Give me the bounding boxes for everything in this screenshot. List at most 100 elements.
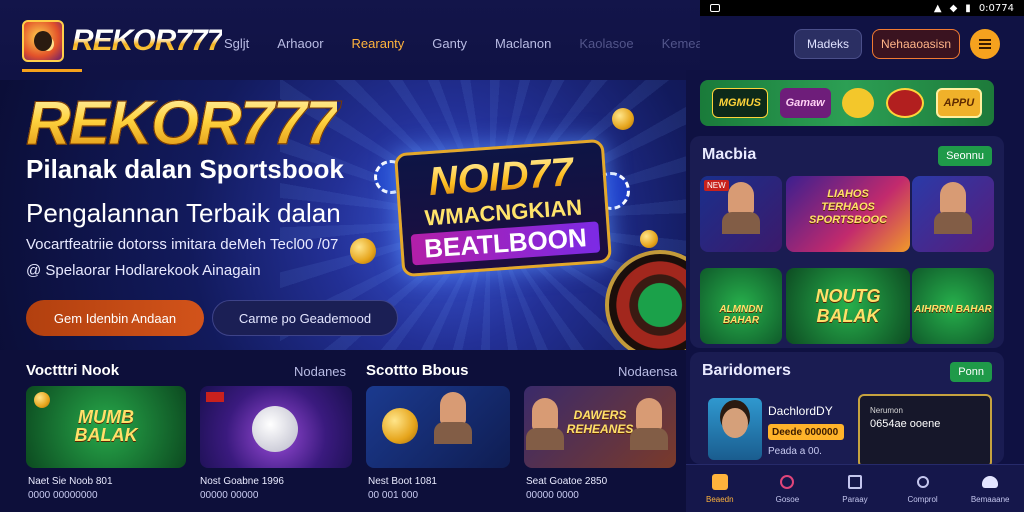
- brand-name[interactable]: REKOR777: [72, 24, 223, 58]
- hero-description-line1: Vocartfeatriie dotorss imitara deMeh Tec…: [26, 236, 339, 253]
- dashboard-panel-button[interactable]: Ponn: [950, 362, 992, 382]
- app-icon: [710, 4, 720, 12]
- section-left-title: Voctttri Nook: [26, 362, 120, 379]
- dashboard-card-label: Nerumon: [870, 406, 903, 415]
- status-icons: ▲ ◆ ▮ 0:0774: [934, 3, 1014, 14]
- game-tile[interactable]: NOUTG BALAK: [786, 268, 910, 344]
- game-tile[interactable]: NEW: [700, 176, 782, 252]
- hero-description-line2-text: Spelaorar Hodlarekook Ainagain: [45, 262, 261, 279]
- bottom-nav-promo[interactable]: Paraay: [826, 473, 884, 504]
- dashboard-balance-bar: Deede 000000: [768, 424, 844, 440]
- game-tile-label: NOUTG BALAK: [815, 286, 881, 326]
- gold-coin-icon: [640, 230, 658, 248]
- user-icon: [981, 473, 999, 491]
- game-card[interactable]: [366, 386, 510, 468]
- search-icon: [914, 473, 932, 491]
- login-button[interactable]: Madeks: [794, 29, 862, 59]
- bottom-nav-profile[interactable]: Bemaaane: [961, 473, 1019, 504]
- game-tile-label: ALMNDN BAHAR: [719, 304, 763, 326]
- brand-logo-icon[interactable]: [22, 20, 64, 62]
- game-tile-label: LIAHOS TERHAOS SPORTSBOOC: [808, 188, 888, 226]
- menu-button[interactable]: [970, 29, 1000, 59]
- game-card-caption: Nost Goabne 1996: [200, 476, 284, 487]
- section-right-link[interactable]: Nodaensa: [618, 364, 677, 379]
- hero-game-artwork[interactable]: NOID77 WMACNGKIAN BEATLBOON: [393, 138, 613, 278]
- status-time: 0:0774: [978, 2, 1014, 14]
- dashboard-subtext: Peada a 00.: [768, 446, 822, 457]
- game-card-label: MUMB BALAK: [74, 407, 138, 445]
- games-panel-button[interactable]: Seonnu: [938, 146, 992, 166]
- status-bar: ▲ ◆ ▮ 0:0774: [700, 0, 1024, 16]
- dashboard-card[interactable]: Nerumon 0654ae ooene: [858, 394, 992, 468]
- game-card-subcaption: 00 001 000: [368, 490, 419, 501]
- game-card-subcaption: 0000 00000000: [28, 490, 98, 501]
- hero-description-line2: @ Spelaorar Hodlarekook Ainagain: [26, 262, 261, 279]
- dashboard-card-value: 0654ae ooene: [870, 418, 941, 430]
- game-card[interactable]: DAWERS REHEANES: [524, 386, 676, 468]
- bottom-nav-label: Bemaaane: [970, 495, 1010, 504]
- game-tile[interactable]: AIHRRN BAHAR: [912, 268, 994, 344]
- hero-subtitle: Pilanak dalan Sportsbook: [26, 154, 344, 184]
- nav-item-4[interactable]: Ganty: [432, 36, 467, 51]
- sparkle-icon: ✦: [674, 80, 686, 83]
- hero-title: REKOR777: [25, 89, 339, 159]
- game-card[interactable]: [200, 386, 352, 468]
- home-icon: [711, 473, 729, 491]
- nav-item-6[interactable]: Kaolasoe: [579, 36, 633, 51]
- nav-item-1[interactable]: Sgljt: [224, 36, 249, 51]
- gold-coin-icon: [34, 392, 50, 408]
- hero-banner: REKOR777 Pilanak dalan Sportsbook Pengal…: [0, 80, 690, 350]
- game-card[interactable]: MUMB BALAK: [26, 386, 186, 468]
- nav-item-2[interactable]: Arhaoor: [277, 36, 323, 51]
- nav-item-3[interactable]: Rearanty: [352, 36, 405, 51]
- bottom-nav-home[interactable]: Beaedn: [691, 473, 749, 504]
- nav-item-5[interactable]: Maclanon: [495, 36, 551, 51]
- game-tile[interactable]: [912, 176, 994, 252]
- game-card-caption: Naet Sie Noob 801: [28, 476, 113, 487]
- game-tile-label: AIHRRN BAHAR: [914, 304, 992, 315]
- provider-logo[interactable]: MGMUS: [711, 88, 768, 118]
- bottom-nav-label: Gosoe: [775, 495, 800, 504]
- section-right-title: Scottto Bbous: [366, 362, 469, 379]
- bottom-nav-search[interactable]: Comprol: [894, 473, 952, 504]
- bottom-nav-label: Paraay: [842, 495, 868, 504]
- hamburger-icon: [979, 43, 991, 45]
- game-card-subcaption: 00000 00000: [200, 490, 259, 501]
- bottom-nav-label: Beaedn: [706, 495, 734, 504]
- cta-secondary-button[interactable]: Carme po Geademood: [212, 300, 398, 336]
- player-figure: [728, 182, 754, 214]
- main-nav: Sgljt Arhaoor Rearanty Ganty Maclanon Ka…: [224, 36, 759, 51]
- gold-coin-icon: [612, 108, 634, 130]
- dashboard-user-name: DachlordDY: [768, 404, 833, 418]
- bottom-nav-label: Comprol: [907, 495, 938, 504]
- active-underline: [22, 69, 82, 72]
- signal-icon: ▲: [933, 2, 942, 14]
- section-left-link[interactable]: Nodanes: [294, 364, 346, 379]
- bottom-nav-games[interactable]: Gosoe: [758, 473, 816, 504]
- provider-logo-icon[interactable]: [842, 88, 875, 118]
- game-card-caption: Nest Boot 1081: [368, 476, 437, 487]
- game-card-subcaption: 00000 0000: [526, 490, 579, 501]
- player-figure: [636, 398, 662, 430]
- battery-icon: ▮: [965, 2, 971, 14]
- gold-coin-icon: [350, 238, 376, 264]
- circle-icon: [778, 473, 796, 491]
- games-panel-title: Macbia: [702, 146, 757, 163]
- cta-primary-button[interactable]: Gem Idenbin Andaan: [26, 300, 204, 336]
- provider-logo-icon[interactable]: [886, 88, 924, 118]
- player-figure: [440, 392, 466, 424]
- new-badge: NEW: [704, 180, 729, 191]
- tag-icon: [206, 392, 224, 402]
- gold-coin-icon: [382, 408, 418, 444]
- game-card-caption: Seat Goatoe 2850: [526, 476, 608, 487]
- register-button[interactable]: Nehaaoasisn: [872, 29, 960, 59]
- provider-logo[interactable]: APPU: [935, 88, 983, 118]
- player-figure: [940, 182, 966, 214]
- dashboard-panel-title: Baridomers: [702, 362, 791, 379]
- avatar[interactable]: [708, 398, 762, 460]
- game-tile[interactable]: LIAHOS TERHAOS SPORTSBOOC: [786, 176, 910, 252]
- grid-icon: [846, 473, 864, 491]
- game-tile[interactable]: ALMNDN BAHAR: [700, 268, 782, 344]
- hero-heading: Pengalannan Terbaik dalan: [26, 198, 341, 228]
- provider-logo[interactable]: Gamaw: [779, 88, 831, 118]
